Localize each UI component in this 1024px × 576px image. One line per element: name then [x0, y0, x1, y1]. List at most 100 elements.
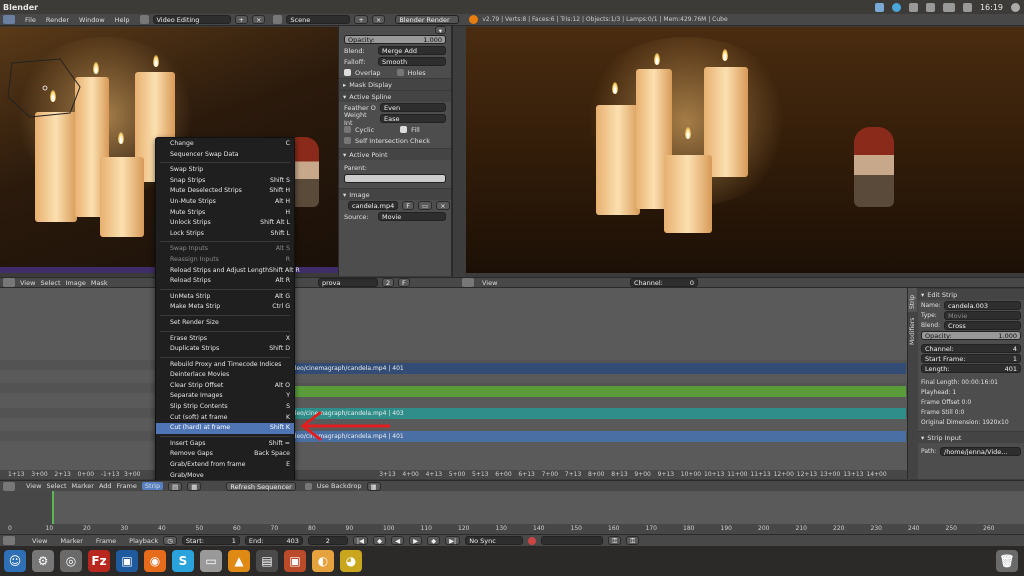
network-icon[interactable]: [925, 2, 935, 12]
refresh-sequencer-button[interactable]: Refresh Sequencer: [226, 481, 296, 491]
menu-item-rebuild-proxy-and-timecode-indices[interactable]: Rebuild Proxy and Timecode Indices: [156, 360, 294, 371]
volume-icon[interactable]: [962, 2, 972, 12]
vlc-icon[interactable]: ▲: [228, 550, 250, 572]
active-point-header[interactable]: ▾ Active Point: [339, 148, 451, 160]
power-gear-icon[interactable]: [1011, 2, 1020, 12]
seq-menu-select[interactable]: Select: [46, 482, 66, 490]
image-users-button[interactable]: F: [402, 201, 414, 210]
firefox-icon[interactable]: ◉: [144, 550, 166, 572]
timeline-ruler[interactable]: 0 10 20 30 40 50 60 70 80 90 100 110 120 130 140 150 160…: [0, 524, 1024, 534]
dropbox-icon[interactable]: [874, 2, 884, 12]
jump-keyframe-forward-button[interactable]: ◆: [427, 536, 441, 545]
parent-field[interactable]: [344, 174, 446, 183]
length-field[interactable]: Length: 401: [921, 363, 1021, 373]
skype-icon[interactable]: S: [172, 550, 194, 572]
menu-item-duplicate-strips[interactable]: Duplicate Strips Shift D: [156, 344, 294, 355]
render-engine-select[interactable]: Blender Render: [395, 15, 460, 24]
tl-menu-view[interactable]: View: [32, 537, 47, 545]
view-type-button[interactable]: ▤: [168, 481, 183, 491]
menu-file[interactable]: File: [25, 16, 36, 24]
settings-icon[interactable]: ⚙: [32, 550, 54, 572]
menu-item-reload-strips[interactable]: Reload Strips Alt R: [156, 276, 294, 287]
menu-item-swap-strip[interactable]: Swap Strip: [156, 165, 294, 176]
menu-item-unmeta-strip[interactable]: UnMeta Strip Alt G: [156, 292, 294, 303]
disk-icon[interactable]: ◎: [60, 550, 82, 572]
menu-item-erase-strips[interactable]: Erase Strips X: [156, 334, 294, 345]
strip-blend-select[interactable]: Cross: [944, 320, 1021, 330]
trash-icon[interactable]: 🗑: [996, 550, 1018, 572]
seq-menu-strip[interactable]: Strip: [141, 482, 164, 490]
skype-tray-icon[interactable]: [891, 2, 901, 12]
image-header[interactable]: ▾ Image: [339, 188, 451, 200]
menu-item-insert-gaps[interactable]: Insert Gaps Shift =: [156, 439, 294, 450]
mask-fake-user-button[interactable]: F: [398, 278, 410, 287]
fill-checkbox[interactable]: [400, 126, 408, 133]
keying-set-field[interactable]: [541, 536, 604, 545]
menu-item-un-mute-strips[interactable]: Un-Mute Strips Alt H: [156, 197, 294, 208]
mask-display-header[interactable]: ▸ Mask Display: [339, 78, 451, 90]
scene-icon[interactable]: [273, 15, 283, 24]
strip-input-header[interactable]: ▾ Strip Input: [908, 431, 1024, 443]
panel-scroll-button[interactable]: ▾: [434, 26, 446, 35]
image-unlink-button[interactable]: ×: [436, 201, 450, 210]
menu-item-mute-deselected-strips[interactable]: Mute Deselected Strips Shift H: [156, 186, 294, 197]
sync-mode-select[interactable]: No Sync: [465, 536, 524, 545]
blend-select[interactable]: Merge Add: [378, 46, 446, 55]
tl-menu-frame[interactable]: Frame: [96, 537, 116, 545]
remove-scene-button[interactable]: ×: [371, 15, 386, 24]
menu-item-grab-extend-from-frame[interactable]: Grab/Extend from frame E: [156, 460, 294, 471]
menu-item-deinterlace-movies[interactable]: Deinterlace Movies: [156, 370, 294, 381]
remove-screen-button[interactable]: ×: [251, 15, 266, 24]
insert-keyframe-button[interactable]: ⚿: [608, 536, 622, 545]
menu-item-make-meta-strip[interactable]: Make Meta Strip Ctrl G: [156, 302, 294, 313]
menu-help[interactable]: Help: [115, 16, 130, 24]
clip-menu-mask[interactable]: Mask: [91, 279, 108, 287]
finder-icon[interactable]: ☺: [4, 550, 26, 572]
screenshot-icon[interactable]: ▣: [284, 550, 306, 572]
blender-icon[interactable]: ◐: [312, 550, 334, 572]
menu-render[interactable]: Render: [46, 16, 69, 24]
editor-type-icon[interactable]: [3, 15, 15, 24]
scene-field[interactable]: Scene: [286, 15, 351, 24]
strip-name-field[interactable]: candela.003: [944, 300, 1021, 310]
play-reverse-button[interactable]: ◀: [391, 536, 405, 545]
overlap-checkbox[interactable]: [344, 69, 351, 76]
preview-editor-type-icon[interactable]: [462, 278, 474, 287]
virtualbox-icon[interactable]: ▣: [116, 550, 138, 572]
source-select[interactable]: Movie: [378, 212, 446, 221]
filezilla-icon[interactable]: Fz: [88, 550, 110, 572]
falloff-select[interactable]: Smooth: [378, 57, 446, 66]
sequencer-preview[interactable]: [466, 27, 1024, 273]
use-backdrop-checkbox[interactable]: [304, 482, 312, 490]
current-frame-input[interactable]: 2: [307, 536, 348, 545]
active-spline-header[interactable]: ▾ Active Spline: [339, 90, 451, 102]
play-button[interactable]: ▶: [409, 536, 423, 545]
record-icon[interactable]: [528, 536, 537, 545]
path-field[interactable]: /home/jenna/Vide...: [940, 446, 1021, 456]
menu-item-reload-strips-and-adjust-length[interactable]: Reload Strips and Adjust Length Shift Alt…: [156, 266, 300, 277]
menu-item-sequencer-swap-data[interactable]: Sequencer Swap Data: [156, 150, 294, 161]
tab-strip[interactable]: Strip: [908, 288, 917, 312]
channel-field[interactable]: Channel: 4: [921, 343, 1021, 353]
add-screen-button[interactable]: +: [234, 15, 248, 24]
sequencer-editor-type-icon[interactable]: [3, 481, 15, 491]
menu-item-set-render-size[interactable]: Set Render Size: [156, 318, 294, 329]
menu-item-separate-images[interactable]: Separate Images Y: [156, 391, 294, 402]
menu-item-change[interactable]: Change C: [156, 139, 294, 150]
sound-strip[interactable]: [288, 386, 906, 397]
jump-keyframe-back-button[interactable]: ◆: [373, 536, 387, 545]
menu-item-lock-strips[interactable]: Lock Strips Shift L: [156, 229, 294, 240]
movie-strip-channel-5[interactable]: ideo/cinemagraph/candela.mp4 | 401: [288, 363, 906, 374]
tab-modifiers[interactable]: Modifiers: [908, 312, 917, 348]
start-frame-field[interactable]: Start Frame: 1: [921, 353, 1021, 363]
clip-menu-view[interactable]: View: [20, 279, 35, 287]
menu-item-remove-gaps[interactable]: Remove Gaps Back Space: [156, 449, 294, 460]
strip-opacity-field[interactable]: Opacity: 1.000: [921, 330, 1021, 340]
tl-menu-marker[interactable]: Marker: [60, 537, 82, 545]
clip-menu-select[interactable]: Select: [40, 279, 60, 287]
screen-layout-icon[interactable]: [139, 15, 149, 24]
cheese-icon[interactable]: ◕: [340, 550, 362, 572]
menu-item-snap-strips[interactable]: Snap Strips Shift S: [156, 176, 294, 187]
menu-item-reassign-inputs[interactable]: Reassign Inputs R: [156, 255, 294, 266]
preview-menu-view[interactable]: View: [482, 279, 497, 287]
